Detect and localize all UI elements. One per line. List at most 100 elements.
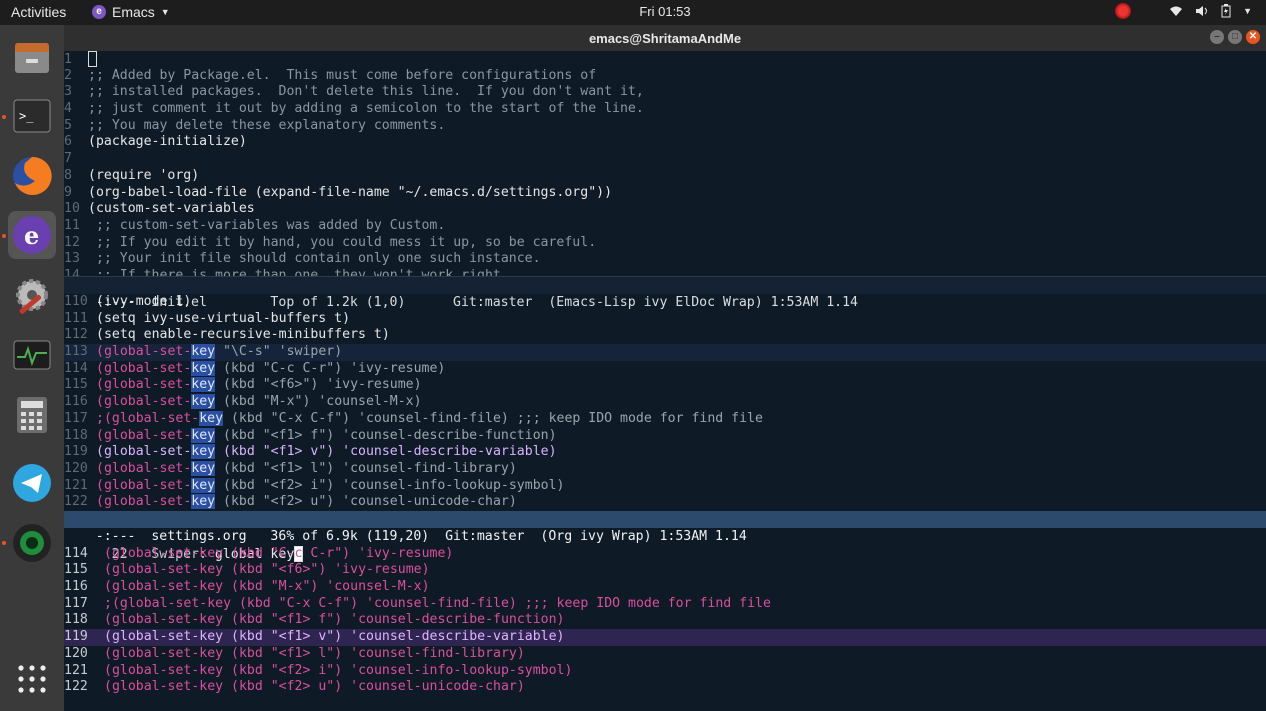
swiper-candidate[interactable]: 117 ;(global-set-key (kbd "C-x C-f") 'cou…: [64, 596, 1266, 613]
code-text: ;; If you edit it by hand, you could mes…: [88, 234, 597, 250]
settings-launcher[interactable]: [8, 271, 56, 319]
search-match: key: [191, 494, 216, 510]
search-match: key: [191, 444, 216, 460]
swiper-candidate[interactable]: 120 (global-set-key (kbd "<f1> l") 'couns…: [64, 646, 1266, 663]
firefox-icon: [13, 156, 52, 195]
line-number: 9: [64, 184, 72, 200]
search-match: key: [191, 477, 216, 493]
code-line[interactable]: 12 ;; If you edit it by hand, you could …: [64, 235, 1266, 252]
window-titlebar[interactable]: emacs@ShritamaAndMe – □ ✕: [64, 25, 1266, 51]
code-text: ;; installed packages. Don't delete this…: [88, 84, 644, 100]
line-number: 122: [64, 494, 88, 510]
code-line[interactable]: 115 (global-set-key (kbd "<f6>") 'ivy-res…: [64, 377, 1266, 394]
show-apps-button[interactable]: [8, 655, 56, 703]
code-line[interactable]: 8 (require 'org): [64, 168, 1266, 185]
code-line[interactable]: 120 (global-set-key (kbd "<f1> l") 'couns…: [64, 460, 1266, 478]
clock[interactable]: Fri 01:53: [0, 4, 1266, 19]
code-text: (kbd "<f6>") 'ivy-resume): [215, 377, 422, 393]
line-number: 3: [64, 84, 72, 100]
candidate-text: (global-set-key (kbd "<f2> i") 'counsel-…: [104, 662, 573, 678]
wifi-icon: [1170, 6, 1183, 16]
menu-chevron-icon: ▼: [1243, 6, 1252, 16]
line-number: 114: [64, 360, 88, 376]
terminal-launcher[interactable]: >_: [8, 92, 56, 140]
code-line[interactable]: 7: [64, 151, 1266, 168]
search-match: key: [191, 394, 216, 410]
line-number: 2: [64, 67, 72, 83]
files-launcher[interactable]: [8, 33, 56, 81]
line-number: 4: [64, 101, 72, 117]
candidate-line-number: 114: [64, 545, 88, 561]
candidate-line-number: 116: [64, 579, 88, 595]
candidate-line-number: 119: [64, 629, 88, 645]
code-line[interactable]: 14 ;; If there is more than one, they wo…: [64, 268, 1266, 276]
swiper-candidate[interactable]: 121 (global-set-key (kbd "<f2> i") 'couns…: [64, 663, 1266, 680]
code-text: (package-initialize): [88, 134, 247, 150]
line-number: 10: [64, 201, 80, 217]
code-text: (global-set-: [96, 427, 192, 443]
line-number: 117: [64, 410, 88, 426]
candidate-line-number: 121: [64, 662, 88, 678]
code-line[interactable]: 122 (global-set-key (kbd "<f2> u") 'couns…: [64, 494, 1266, 511]
swiper-candidate[interactable]: 122 (global-set-key (kbd "<f2> u") 'couns…: [64, 679, 1266, 696]
settings-org-buffer[interactable]: 110 (ivy-mode 1) 111 (setq ivy-use-virtual-…: [64, 294, 1266, 511]
code-text: (custom-set-variables: [88, 201, 255, 217]
dock: >_ e: [0, 25, 64, 711]
camera-launcher[interactable]: [8, 519, 56, 567]
maximize-button[interactable]: □: [1228, 30, 1242, 44]
code-line[interactable]: 10 (custom-set-variables: [64, 201, 1266, 218]
init-el-buffer[interactable]: 1 2 ;; Added by Package.el. This must come…: [64, 51, 1266, 276]
system-tray[interactable]: ▼: [1115, 3, 1252, 19]
code-line[interactable]: 13 ;; Your init file should contain only…: [64, 251, 1266, 268]
line-number: 121: [64, 477, 88, 493]
init-el-modeline[interactable]: -:--- init.el Top of 1.2k (1,0) Git:mast…: [64, 276, 1266, 310]
code-line[interactable]: 2 ;; Added by Package.el. This must come …: [64, 68, 1266, 85]
code-text: (global-set-: [96, 460, 192, 476]
code-text: (global-set-: [96, 444, 192, 460]
code-line[interactable]: 4 ;; just comment it out by adding a semi…: [64, 101, 1266, 118]
telegram-launcher[interactable]: [8, 459, 56, 507]
system-monitor-icon: [13, 340, 51, 370]
code-line[interactable]: 11 ;; custom-set-variables was added by …: [64, 218, 1266, 235]
code-line[interactable]: 6 (package-initialize): [64, 134, 1266, 151]
code-text: (global-set-: [96, 394, 192, 410]
swiper-candidate[interactable]: 119 (global-set-key (kbd "<f1> v") 'couns…: [64, 629, 1266, 646]
code-line[interactable]: 3 ;; installed packages. Don't delete thi…: [64, 84, 1266, 101]
candidate-text: (global-set-key (kbd "C-c C-r") 'ivy-res…: [104, 545, 454, 561]
minimize-button[interactable]: –: [1210, 30, 1224, 44]
line-number: 112: [64, 327, 88, 343]
firefox-launcher[interactable]: [8, 152, 56, 200]
close-button[interactable]: ✕: [1246, 30, 1260, 44]
record-icon[interactable]: [1115, 3, 1132, 19]
settings-org-modeline[interactable]: -:--- settings.org 36% of 6.9k (119,20) …: [64, 511, 1266, 544]
code-line[interactable]: 114 (global-set-key (kbd "C-c C-r") 'ivy-…: [64, 360, 1266, 378]
code-line[interactable]: 9 (org-babel-load-file (expand-file-name …: [64, 185, 1266, 202]
candidate-line-number: 115: [64, 562, 88, 578]
code-line[interactable]: 119 (global-set-key (kbd "<f1> v") 'couns…: [64, 444, 1266, 461]
minibuffer[interactable]: 22 Swiper: global key 114 (global-set-key…: [64, 529, 1266, 709]
code-line[interactable]: 118 (global-set-key (kbd "<f1> f") 'couns…: [64, 427, 1266, 445]
calculator-launcher[interactable]: [8, 391, 56, 439]
code-text: (ivy-mode 1): [96, 294, 192, 309]
code-text: (setq enable-recursive-minibuffers t): [96, 327, 390, 343]
code-line[interactable]: 113 (global-set-key "\C-s" 'swiper): [64, 344, 1266, 361]
swiper-candidate[interactable]: 114 (global-set-key (kbd "C-c C-r") 'ivy-…: [64, 546, 1266, 563]
swiper-candidate[interactable]: 116 (global-set-key (kbd "M-x") 'counsel-…: [64, 579, 1266, 596]
settings-icon: [16, 279, 48, 314]
swiper-candidate[interactable]: 118 (global-set-key (kbd "<f1> f") 'couns…: [64, 612, 1266, 629]
code-line[interactable]: 110 (ivy-mode 1): [64, 294, 1266, 311]
emacs-frame[interactable]: 1 2 ;; Added by Package.el. This must come…: [64, 51, 1266, 711]
emacs-launcher[interactable]: e: [8, 211, 56, 259]
system-monitor-launcher[interactable]: [8, 331, 56, 379]
swiper-candidate[interactable]: 115 (global-set-key (kbd "<f6>") 'ivy-res…: [64, 562, 1266, 579]
code-line[interactable]: 5 ;; You may delete these explanatory com…: [64, 118, 1266, 135]
code-line[interactable]: 1: [64, 51, 1266, 68]
code-line[interactable]: 116 (global-set-key (kbd "M-x") 'counsel-…: [64, 394, 1266, 411]
code-text: (kbd "<f1> v") 'counsel-describe-variabl…: [215, 444, 557, 460]
code-line[interactable]: 112 (setq enable-recursive-minibuffers t): [64, 327, 1266, 344]
code-text: (require 'org): [88, 167, 200, 183]
code-line[interactable]: 121 (global-set-key (kbd "<f2> i") 'couns…: [64, 477, 1266, 495]
code-line[interactable]: 117 ;(global-set-key (kbd "C-x C-f") 'cou…: [64, 410, 1266, 428]
code-line[interactable]: 111 (setq ivy-use-virtual-buffers t): [64, 311, 1266, 328]
swiper-prompt-line[interactable]: 22 Swiper: global key: [64, 529, 1266, 562]
